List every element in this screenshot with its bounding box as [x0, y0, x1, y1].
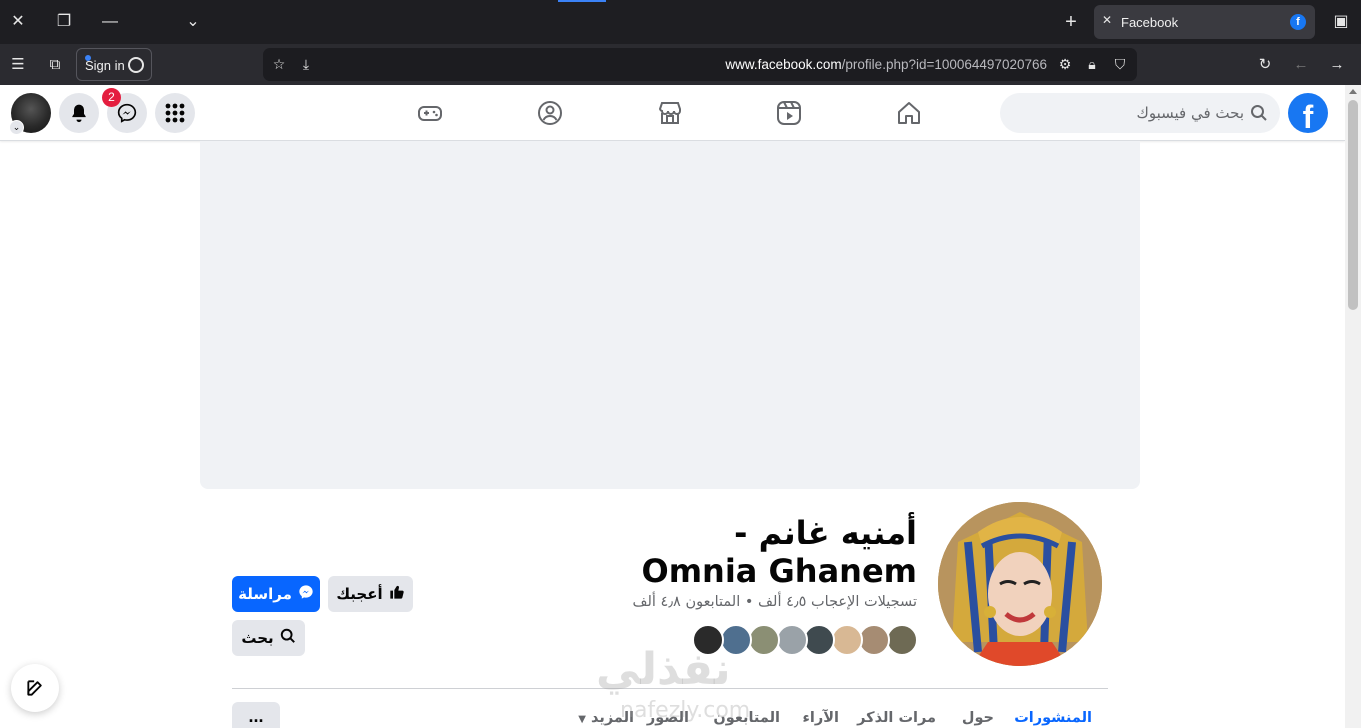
- new-tab-button[interactable]: +: [1058, 9, 1084, 35]
- caret-down-icon: ▼: [578, 714, 586, 725]
- page-scrollbar[interactable]: [1345, 85, 1361, 728]
- menu-icon[interactable]: ☰: [5, 52, 31, 78]
- browser-toolbar: ☰ ⧉ Sign in ☆ ⤓ www.facebook.com/profile…: [0, 44, 1361, 85]
- more-options-button[interactable]: ...: [232, 702, 280, 728]
- tab-list-chevron-icon[interactable]: ⌄: [180, 9, 206, 35]
- url-text: www.facebook.com/profile.php?id=10006449…: [725, 57, 1047, 72]
- groups-icon[interactable]: [536, 99, 564, 127]
- follower-avatar[interactable]: [886, 624, 918, 656]
- thumbs-up-icon: [389, 577, 405, 613]
- lock-icon[interactable]: 🔒︎: [1080, 52, 1104, 76]
- reload-icon[interactable]: ↻: [1252, 52, 1278, 78]
- profile-picture[interactable]: [934, 498, 1106, 670]
- tab-about[interactable]: حول: [962, 710, 994, 726]
- messenger-icon: [298, 577, 314, 613]
- facebook-logo-icon[interactable]: f: [1288, 93, 1328, 133]
- search-profile-button[interactable]: بحث: [232, 620, 305, 656]
- site-settings-icon[interactable]: ⚙: [1053, 52, 1077, 76]
- url-path: /profile.php?id=100064497020766: [841, 57, 1047, 72]
- scroll-up-arrow-icon[interactable]: [1349, 89, 1357, 94]
- facebook-favicon-icon: f: [1290, 14, 1306, 30]
- tab-posts[interactable]: المنشورات: [1014, 710, 1092, 726]
- tab-manager-icon[interactable]: ▣: [1328, 9, 1354, 35]
- sign-in-label: Sign in: [85, 58, 125, 73]
- watermark-logo: نفذلي: [596, 644, 731, 695]
- messenger-icon: [117, 103, 137, 123]
- download-page-icon[interactable]: ⤓: [294, 52, 318, 76]
- extensions-icon[interactable]: ⧉: [42, 52, 68, 78]
- browser-tab-facebook[interactable]: ✕ Facebook f: [1094, 5, 1315, 39]
- gaming-icon[interactable]: [416, 99, 444, 127]
- search-icon: [280, 621, 296, 657]
- url-domain: www.facebook.com: [725, 57, 842, 72]
- like-page-button[interactable]: أعجبك: [328, 576, 413, 612]
- message-label: مراسلة: [238, 585, 292, 603]
- account-icon: [128, 57, 144, 73]
- tab-title: Facebook: [1121, 15, 1179, 30]
- tab-reviews[interactable]: الآراء: [803, 710, 840, 726]
- close-window-icon[interactable]: ✕: [5, 9, 31, 35]
- bookmark-star-icon[interactable]: ☆: [267, 52, 291, 76]
- facebook-top-nav: ⌄ 2 f: [0, 85, 1345, 141]
- cover-photo[interactable]: [200, 141, 1140, 489]
- close-tab-icon[interactable]: ✕: [1102, 13, 1112, 27]
- video-icon[interactable]: [775, 99, 803, 127]
- address-bar[interactable]: ☆ ⤓ www.facebook.com/profile.php?id=1000…: [263, 48, 1137, 81]
- menu-button[interactable]: [155, 93, 195, 133]
- chevron-down-icon: ⌄: [9, 120, 24, 135]
- loading-indicator: [558, 0, 606, 2]
- back-icon[interactable]: ←: [1288, 52, 1314, 78]
- tab-mentions[interactable]: مرات الذكر: [857, 710, 936, 726]
- search-icon: [1251, 105, 1267, 121]
- notifications-button[interactable]: [59, 93, 99, 133]
- message-button[interactable]: مراسلة: [232, 576, 320, 612]
- profile-stats[interactable]: تسجيلات الإعجاب ٤٫٥ ألف • المتابعون ٤٫٨ …: [632, 594, 917, 610]
- shield-icon[interactable]: ⛉: [1108, 52, 1132, 76]
- sign-in-button[interactable]: Sign in: [76, 48, 152, 81]
- profile-name: أمنيه غانم - Omnia Ghanem: [641, 514, 918, 590]
- home-icon[interactable]: [895, 99, 923, 127]
- compose-icon: [27, 680, 42, 696]
- search-box[interactable]: [1000, 93, 1280, 133]
- profile-portrait-image: [938, 502, 1102, 666]
- like-label: أعجبك: [336, 585, 383, 603]
- grid-menu-icon: [165, 103, 185, 123]
- new-message-button[interactable]: [11, 664, 59, 712]
- follower-avatar[interactable]: [748, 624, 780, 656]
- watermark-url: nafezly.com: [620, 698, 751, 723]
- minimize-window-icon[interactable]: —: [97, 9, 123, 35]
- scrollbar-thumb[interactable]: [1348, 100, 1358, 310]
- bell-icon: [72, 104, 86, 123]
- messenger-badge: 2: [102, 88, 121, 107]
- marketplace-icon[interactable]: [656, 99, 684, 127]
- follower-avatar[interactable]: [776, 624, 808, 656]
- search-label: بحث: [241, 629, 274, 647]
- restore-window-icon[interactable]: ❐: [51, 9, 77, 35]
- account-avatar[interactable]: ⌄: [9, 93, 51, 135]
- follower-avatar[interactable]: [831, 624, 863, 656]
- search-input[interactable]: [1014, 93, 1244, 133]
- forward-icon[interactable]: →: [1324, 52, 1350, 78]
- browser-tab-bar: ✕ ❐ — ⌄ + ✕ Facebook f ▣: [0, 0, 1361, 44]
